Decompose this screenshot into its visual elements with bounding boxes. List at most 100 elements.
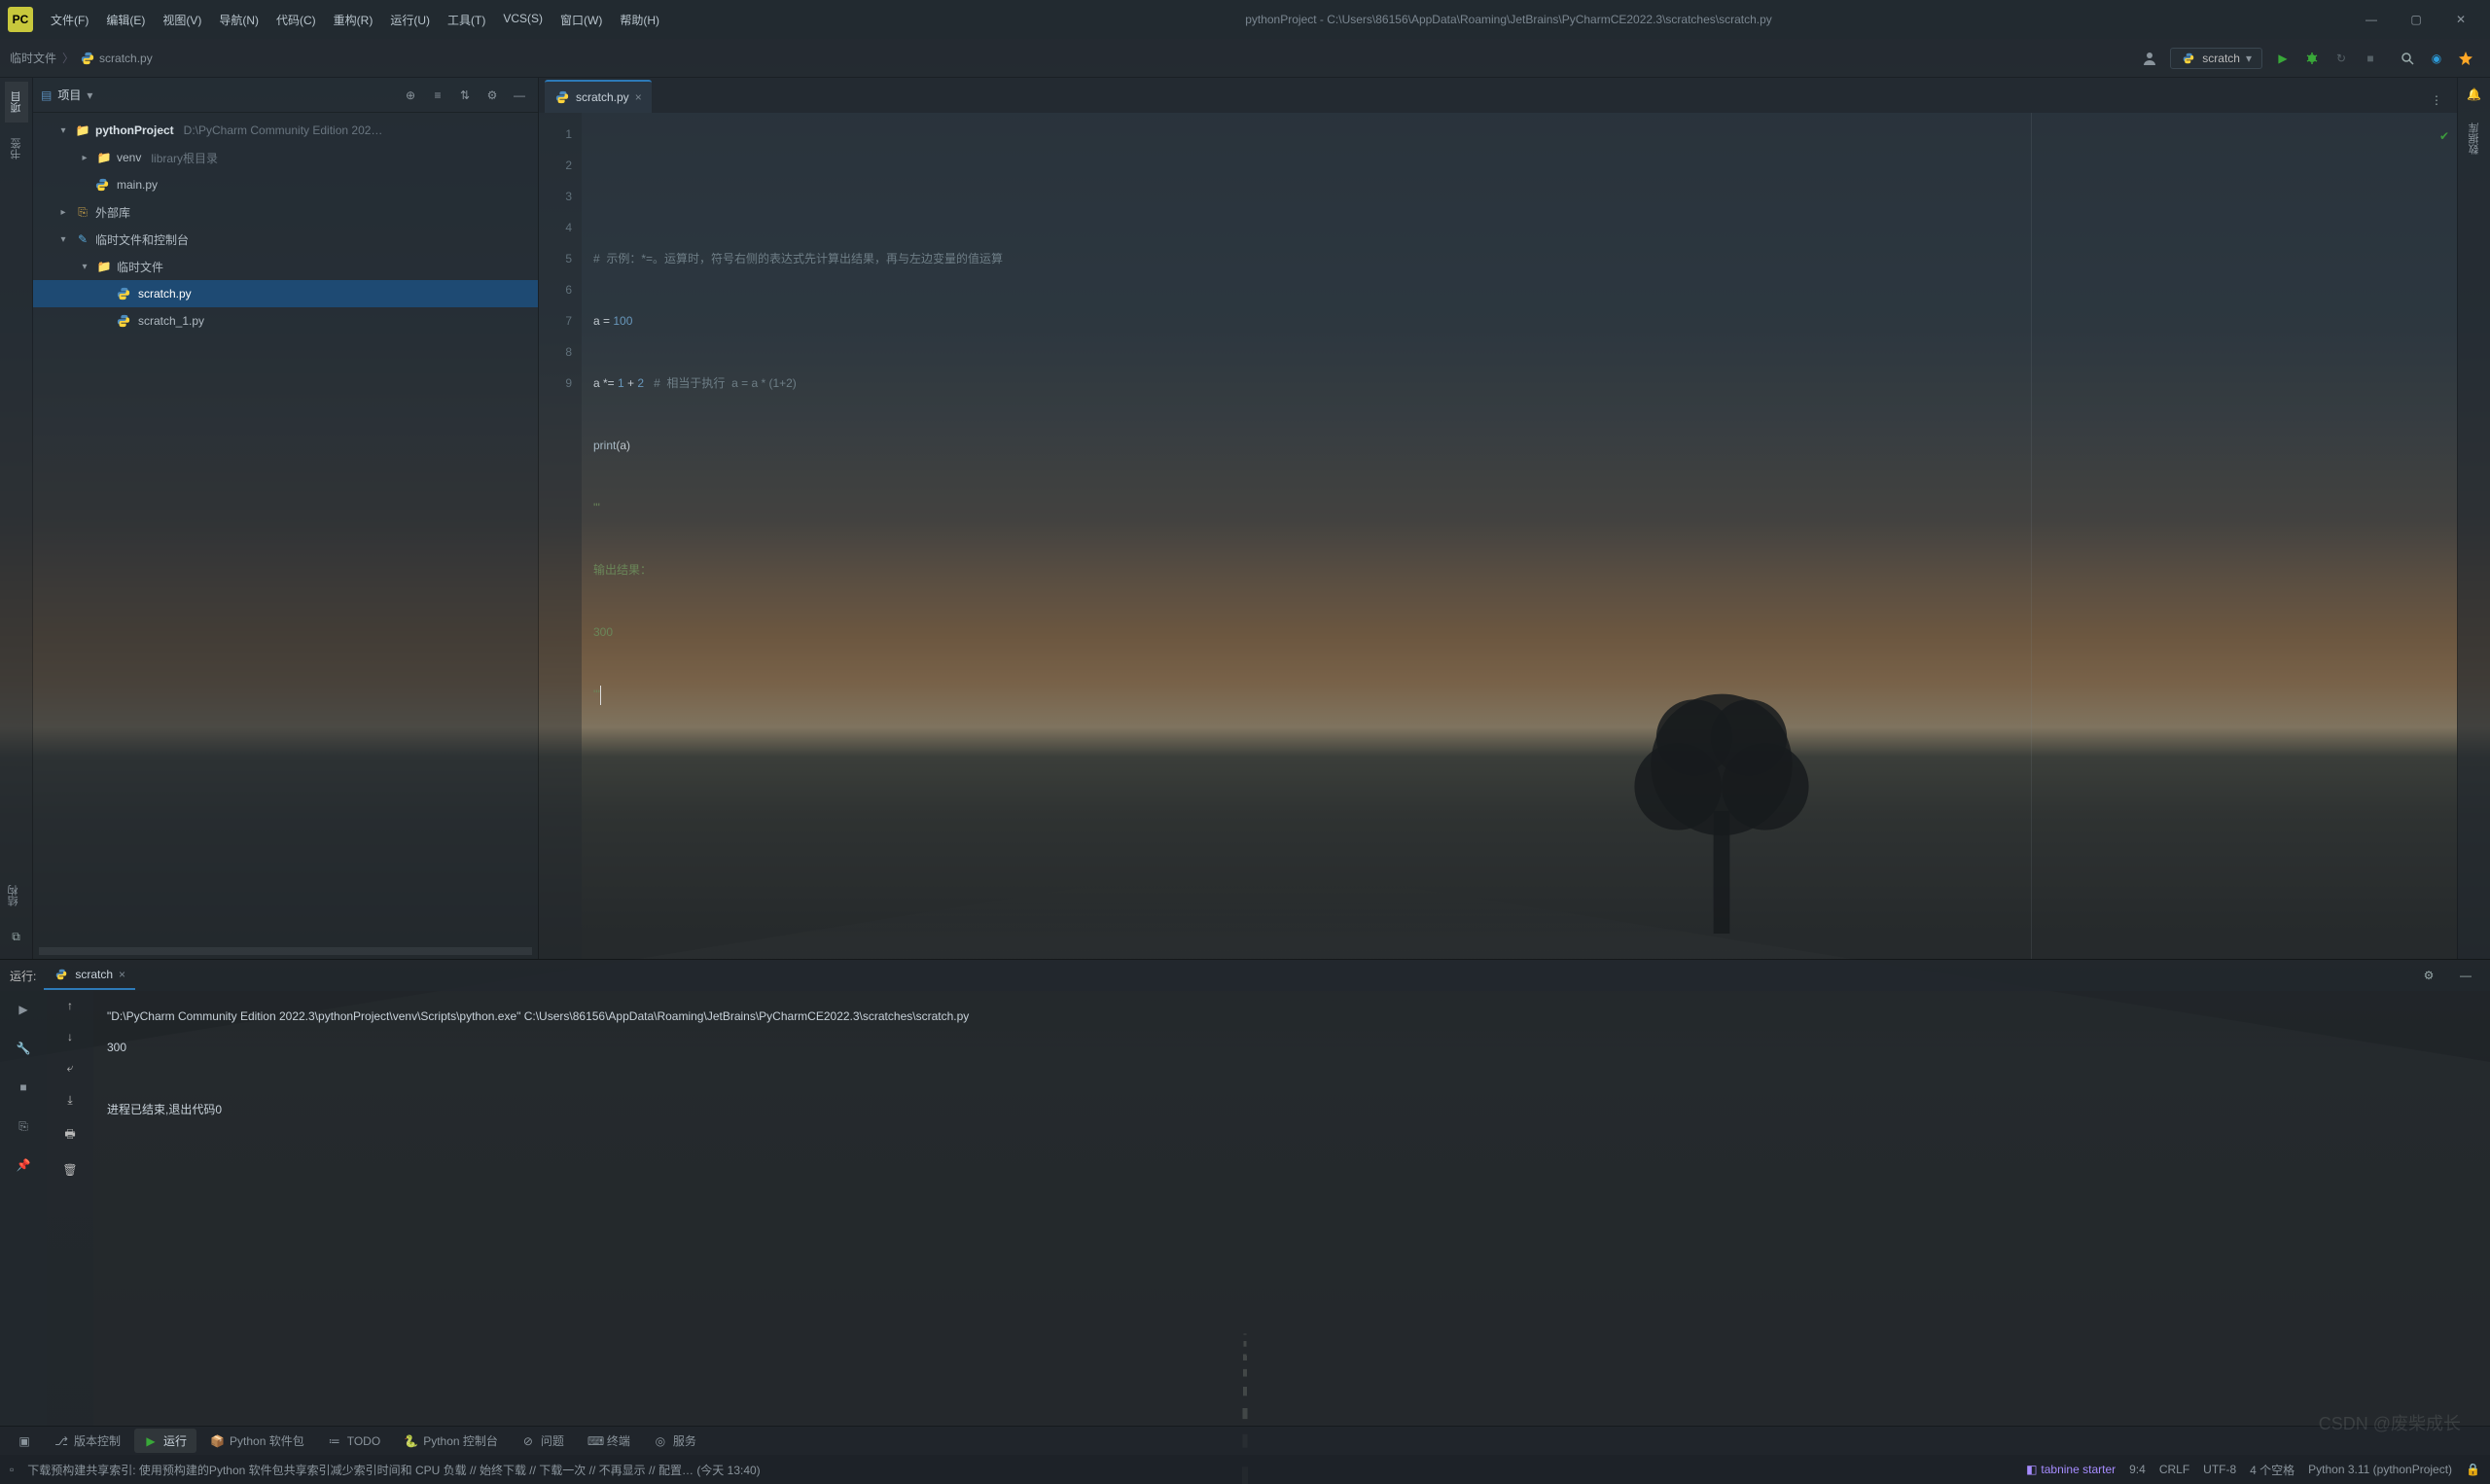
print-icon[interactable]: 🖶 bbox=[64, 1125, 75, 1146]
minimize-button[interactable]: ― bbox=[2350, 6, 2393, 33]
up-stack-icon[interactable]: ↑ bbox=[67, 999, 73, 1012]
menu-item[interactable]: 视图(V) bbox=[155, 8, 209, 32]
breadcrumb-file[interactable]: scratch.py bbox=[99, 52, 153, 65]
menu-item[interactable]: 导航(N) bbox=[211, 8, 267, 32]
python-interpreter[interactable]: Python 3.11 (pythonProject) bbox=[2308, 1463, 2452, 1476]
menu-item[interactable]: 运行(U) bbox=[382, 8, 438, 32]
select-opened-file-icon[interactable]: ⊕ bbox=[400, 85, 421, 106]
tree-root[interactable]: ▾ 📁 pythonProject D:\PyCharm Community E… bbox=[33, 117, 538, 144]
code-line: 300 bbox=[593, 617, 2457, 648]
caret-position[interactable]: 9:4 bbox=[2129, 1463, 2146, 1476]
ide-settings-button[interactable]: ◉ bbox=[2424, 46, 2449, 71]
plugin-button[interactable] bbox=[2453, 46, 2478, 71]
python-packages-tab[interactable]: 📦Python 软件包 bbox=[200, 1429, 314, 1453]
search-button[interactable] bbox=[2395, 46, 2420, 71]
readonly-lock-icon[interactable]: 🔒 bbox=[2466, 1463, 2480, 1476]
coverage-button[interactable]: ↻ bbox=[2329, 46, 2354, 71]
down-stack-icon[interactable]: ↓ bbox=[67, 1030, 73, 1043]
breadcrumb[interactable]: 临时文件 〉 scratch.py bbox=[10, 50, 153, 66]
line-separator[interactable]: CRLF bbox=[2159, 1463, 2189, 1476]
menu-item[interactable]: 窗口(W) bbox=[552, 8, 610, 32]
stop-run-button[interactable]: ■ bbox=[10, 1077, 37, 1098]
menu-item[interactable]: 帮助(H) bbox=[612, 8, 667, 32]
project-tree[interactable]: ▾ 📁 pythonProject D:\PyCharm Community E… bbox=[33, 113, 538, 947]
project-view-icon: ▤ bbox=[41, 88, 52, 102]
pin-tab-icon[interactable]: 📌 bbox=[10, 1154, 37, 1176]
status-message[interactable]: 下载预构建共享索引: 使用预构建的Python 软件包共享索引减少索引时间和 C… bbox=[27, 1462, 760, 1478]
database-tool-tab[interactable]: 数据库 bbox=[2463, 113, 2486, 164]
expand-icon[interactable]: ▾ bbox=[56, 125, 70, 136]
project-view-dropdown-icon[interactable]: ▾ bbox=[87, 88, 92, 102]
file-encoding[interactable]: UTF-8 bbox=[2203, 1463, 2236, 1476]
tree-scratch-py[interactable]: scratch.py bbox=[33, 280, 538, 307]
code-area[interactable]: ✔ # 示例：*=。运算时，符号右侧的表达式先计算出结果，再与左边变量的值运算 … bbox=[582, 113, 2457, 959]
menu-item[interactable]: 重构(R) bbox=[326, 8, 381, 32]
menu-item[interactable]: 工具(T) bbox=[440, 8, 493, 32]
hide-panel-icon[interactable]: ― bbox=[509, 85, 530, 106]
expand-icon[interactable]: ▸ bbox=[56, 207, 70, 218]
bookmarks-tool-tab[interactable]: 书签 bbox=[5, 128, 28, 169]
collapse-all-icon[interactable]: ⇅ bbox=[454, 85, 476, 106]
project-tool-tab[interactable]: 项目 bbox=[5, 82, 28, 123]
clear-icon[interactable]: 🗑 bbox=[62, 1163, 77, 1177]
right-tool-strip: 🔔 数据库 bbox=[2457, 78, 2490, 959]
run-tab[interactable]: scratch × bbox=[44, 961, 135, 990]
maximize-button[interactable]: ▢ bbox=[2395, 6, 2437, 33]
dump-threads-icon[interactable]: ⎘ bbox=[10, 1115, 37, 1137]
python-file-icon bbox=[95, 178, 113, 192]
tree-scratch1-py[interactable]: scratch_1.py bbox=[33, 307, 538, 335]
breadcrumb-root[interactable]: 临时文件 bbox=[10, 50, 56, 66]
tree-external-libs[interactable]: ▸ ⎘ 外部库 bbox=[33, 198, 538, 226]
rerun-button[interactable]: ▶ bbox=[10, 999, 37, 1020]
user-icon[interactable] bbox=[2137, 46, 2162, 71]
hide-run-icon[interactable]: ― bbox=[2453, 963, 2478, 988]
tool-tab-toggle-icon[interactable]: ▣ bbox=[8, 1431, 41, 1452]
run-tab-bottom[interactable]: ▶运行 bbox=[134, 1429, 196, 1453]
expand-icon[interactable]: ▸ bbox=[78, 153, 91, 163]
vcs-tab[interactable]: ⎇版本控制 bbox=[45, 1429, 130, 1453]
editor-body[interactable]: 123456789 ✔ # 示例：*=。运算时，符号右侧的表达式先计算出结果，再… bbox=[539, 113, 2457, 959]
run-button[interactable]: ▶ bbox=[2270, 46, 2295, 71]
soft-wrap-icon[interactable]: ⤶ bbox=[67, 1061, 74, 1076]
close-button[interactable]: ✕ bbox=[2439, 6, 2482, 33]
editor-area: scratch.py × ⋮ 123456789 ✔ # 示例：*=。运算时，符… bbox=[539, 78, 2457, 959]
close-tab-icon[interactable]: × bbox=[635, 90, 642, 104]
inspection-ok-icon[interactable]: ✔ bbox=[2439, 121, 2449, 152]
run-config-icon[interactable]: 🔧 bbox=[10, 1038, 37, 1059]
menu-item[interactable]: 编辑(E) bbox=[98, 8, 153, 32]
run-config-selector[interactable]: scratch ▾ bbox=[2170, 48, 2262, 69]
tree-scratches-root[interactable]: ▾ ✎ 临时文件和控制台 bbox=[33, 226, 538, 253]
editor-more-icon[interactable]: ⋮ bbox=[2424, 88, 2449, 113]
problems-tab[interactable]: ⊘问题 bbox=[512, 1429, 574, 1453]
status-tip-icon[interactable]: ▫ bbox=[10, 1463, 14, 1476]
notifications-icon[interactable]: 🔔 bbox=[2462, 82, 2487, 107]
tree-scratches-folder[interactable]: ▾ 📁 临时文件 bbox=[33, 253, 538, 280]
editor-tab-scratch[interactable]: scratch.py × bbox=[545, 80, 652, 113]
console-output[interactable]: "D:\PyCharm Community Edition 2022.3\pyt… bbox=[93, 991, 2490, 1426]
expand-icon[interactable]: ▾ bbox=[56, 234, 70, 245]
services-tab[interactable]: ◎服务 bbox=[644, 1429, 706, 1453]
close-tab-icon[interactable]: × bbox=[119, 968, 125, 981]
structure-tool-tab[interactable]: 结构 bbox=[2, 875, 31, 916]
menu-item[interactable]: 代码(C) bbox=[268, 8, 324, 32]
debug-button[interactable] bbox=[2299, 46, 2325, 71]
indent-settings[interactable]: 4 个空格 bbox=[2250, 1462, 2294, 1478]
todo-tab[interactable]: ≔TODO bbox=[318, 1431, 390, 1452]
horizontal-scrollbar[interactable] bbox=[39, 947, 532, 955]
tabnine-widget[interactable]: ◧tabnine starter bbox=[2026, 1463, 2116, 1476]
expand-icon[interactable]: ▾ bbox=[78, 262, 91, 272]
panel-settings-icon[interactable]: ⚙ bbox=[481, 85, 503, 106]
menu-item[interactable]: 文件(F) bbox=[43, 8, 96, 32]
line-gutter: 123456789 bbox=[539, 113, 582, 959]
structure-icon[interactable]: ⧉ bbox=[4, 924, 29, 949]
tree-venv[interactable]: ▸ 📁 venv library根目录 bbox=[33, 144, 538, 171]
python-console-tab[interactable]: 🐍Python 控制台 bbox=[394, 1429, 508, 1453]
tree-main-py[interactable]: main.py bbox=[33, 171, 538, 198]
expand-all-icon[interactable]: ≡ bbox=[427, 85, 448, 106]
code-line: ''' bbox=[593, 492, 2457, 523]
scroll-end-icon[interactable]: ⤓ bbox=[67, 1093, 72, 1108]
run-settings-icon[interactable]: ⚙ bbox=[2416, 963, 2441, 988]
terminal-tab[interactable]: ⌨终端 bbox=[578, 1429, 640, 1453]
stop-button[interactable]: ■ bbox=[2358, 46, 2383, 71]
menu-item[interactable]: VCS(S) bbox=[495, 8, 551, 32]
